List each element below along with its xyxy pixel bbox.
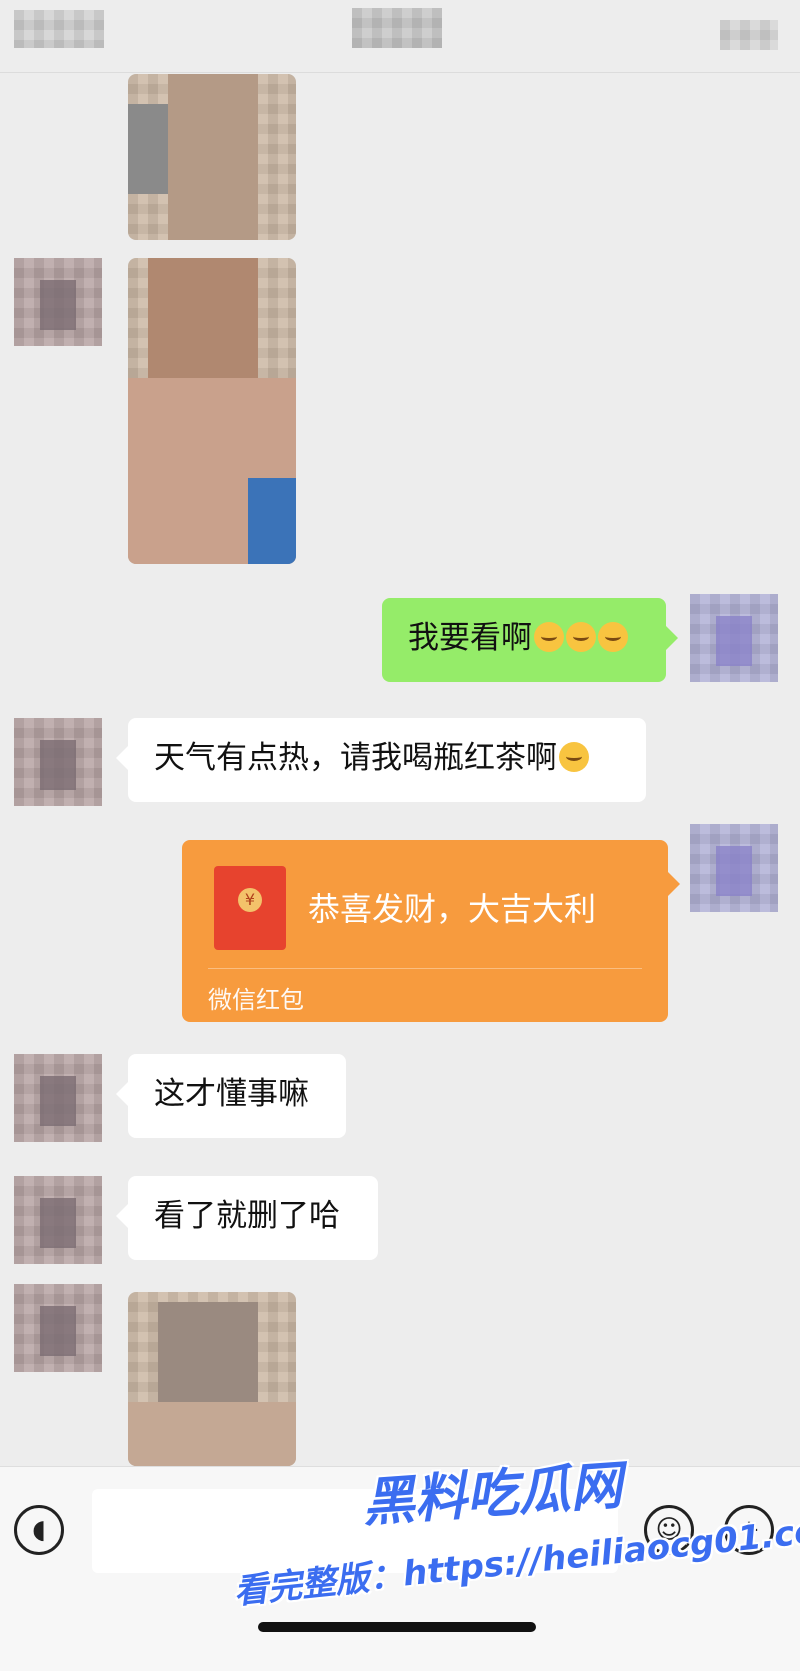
contact-avatar[interactable]	[14, 258, 102, 346]
my-avatar[interactable]	[690, 594, 778, 682]
crying-emoji-icon	[534, 622, 564, 652]
received-message[interactable]: 这才懂事嘛	[116, 1054, 346, 1138]
received-message[interactable]: 看了就删了哈	[116, 1176, 378, 1260]
coin-icon: ¥	[238, 888, 262, 912]
my-avatar[interactable]	[690, 824, 778, 912]
laughing-emoji-icon	[559, 742, 589, 772]
message-text: 天气有点热，请我喝瓶红茶啊	[154, 740, 557, 776]
crying-emoji-icon	[566, 622, 596, 652]
home-indicator	[258, 1622, 536, 1632]
message-text: 这才懂事嘛	[154, 1076, 309, 1112]
sent-message[interactable]: 我要看啊	[382, 598, 678, 682]
voice-icon[interactable]: ◖	[14, 1505, 64, 1555]
chat-photo[interactable]	[128, 258, 296, 564]
chat-title	[352, 8, 442, 48]
message-text: 看了就删了哈	[154, 1198, 340, 1234]
contact-avatar[interactable]	[14, 1054, 102, 1142]
more-options-icon[interactable]	[720, 20, 778, 50]
contact-avatar[interactable]	[14, 1176, 102, 1264]
chat-header	[0, 0, 800, 73]
chat-photo[interactable]	[128, 1292, 296, 1466]
contact-avatar[interactable]	[14, 1284, 102, 1372]
contact-avatar[interactable]	[14, 718, 102, 806]
chat-photo[interactable]	[128, 74, 296, 240]
red-packet-title: 恭喜发财，大吉大利	[308, 890, 597, 928]
red-packet-card[interactable]: ¥ 恭喜发财，大吉大利 微信红包	[182, 840, 680, 1022]
red-packet-icon: ¥	[214, 866, 286, 950]
crying-emoji-icon	[598, 622, 628, 652]
back-button[interactable]	[14, 10, 104, 48]
red-packet-label: 微信红包	[208, 986, 304, 1014]
received-message[interactable]: 天气有点热，请我喝瓶红茶啊	[116, 718, 646, 802]
message-text: 我要看啊	[408, 620, 532, 656]
divider	[208, 968, 642, 969]
